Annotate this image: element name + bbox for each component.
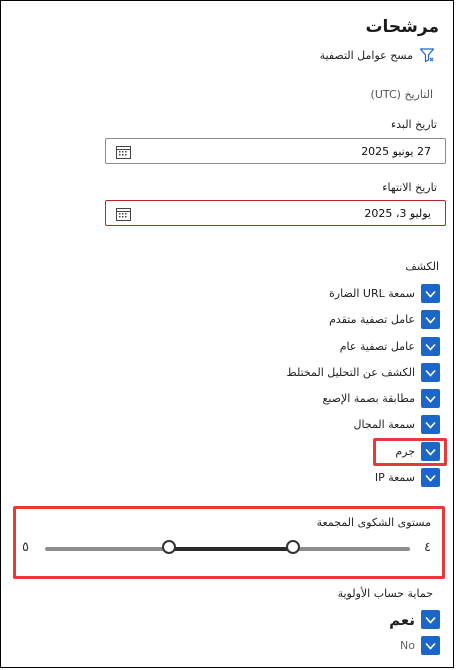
checkbox-checked-icon[interactable] xyxy=(421,284,440,303)
slider-track[interactable] xyxy=(45,547,410,551)
filter-icon xyxy=(419,47,435,63)
checkbox-label: عامل تصفية عام xyxy=(339,340,415,353)
checkbox-checked-icon[interactable] xyxy=(421,310,440,329)
clear-filters-button[interactable]: مسح عوامل التصفية xyxy=(320,47,435,63)
checkbox-checked-icon[interactable] xyxy=(421,610,440,629)
bulk-complaint-level-label: مستوى الشكوى المجمعة xyxy=(316,516,431,529)
checkbox-label: مطابقة بصمة الإصبع xyxy=(322,392,416,405)
priority-yes-checkbox[interactable]: نعم xyxy=(389,610,440,629)
detection-checkbox-domain-reputation[interactable]: سمعة المجال xyxy=(353,415,440,434)
calendar-icon[interactable] xyxy=(116,206,131,225)
checkbox-label: نعم xyxy=(389,610,415,629)
panel-title: مرشحات xyxy=(365,17,439,37)
checkbox-checked-icon[interactable] xyxy=(421,636,440,655)
slider-thumb-low[interactable] xyxy=(162,540,177,554)
date-section-label: التاريخ (UTC) xyxy=(370,88,433,101)
start-date-field[interactable]: 27 يونيو 2025 xyxy=(105,138,446,164)
checkbox-checked-icon[interactable] xyxy=(421,468,440,487)
checkbox-label: سمعة IP xyxy=(374,471,415,484)
detection-checkbox-ip-reputation[interactable]: سمعة IP xyxy=(375,468,440,487)
detection-checkbox-fingerprint[interactable]: مطابقة بصمة الإصبع xyxy=(322,389,440,408)
start-date-label: تاريخ البدء xyxy=(390,118,437,131)
filters-panel: مرشحات مسح عوامل التصفية التاريخ (UTC) ت… xyxy=(0,0,454,668)
detection-checkbox-general-filter[interactable]: عامل تصفية عام xyxy=(340,337,440,356)
checkbox-label: سمعة المجال xyxy=(353,418,416,431)
slider-max-label: ٤ xyxy=(424,540,431,555)
detection-checkbox-mixed-analysis[interactable]: الكشف عن التحليل المختلط xyxy=(286,363,440,382)
start-date-value: 27 يونيو 2025 xyxy=(361,145,431,158)
detection-section-label: الكشف xyxy=(405,260,439,273)
priority-no-checkbox[interactable]: No xyxy=(400,636,440,655)
calendar-icon[interactable] xyxy=(116,144,131,163)
detection-checkbox-advanced-filter[interactable]: عامل تصفية متقدم xyxy=(329,310,440,329)
end-date-label: تاريخ الانتهاء xyxy=(382,181,437,194)
checkbox-label: سمعة URL الضارة xyxy=(329,287,415,300)
checkbox-label: No xyxy=(400,639,415,652)
end-date-value: يوليو 3، 2025 xyxy=(364,207,431,220)
priority-account-label: حماية حساب الأولوية xyxy=(337,587,433,600)
checkbox-checked-icon[interactable] xyxy=(421,389,440,408)
clear-filters-label: مسح عوامل التصفية xyxy=(319,48,413,62)
checkbox-label: عامل تصفية متقدم xyxy=(329,313,415,326)
detection-checkbox-malicious-url[interactable]: سمعة URL الضارة xyxy=(329,284,440,303)
slider-selected-range xyxy=(169,547,294,551)
highlight-box xyxy=(373,438,447,466)
checkbox-checked-icon[interactable] xyxy=(421,337,440,356)
checkbox-label: الكشف عن التحليل المختلط xyxy=(286,366,416,379)
checkbox-checked-icon[interactable] xyxy=(421,415,440,434)
checkbox-checked-icon[interactable] xyxy=(421,363,440,382)
slider-min-label: ٥ xyxy=(22,540,29,555)
end-date-field[interactable]: يوليو 3، 2025 xyxy=(105,200,446,226)
